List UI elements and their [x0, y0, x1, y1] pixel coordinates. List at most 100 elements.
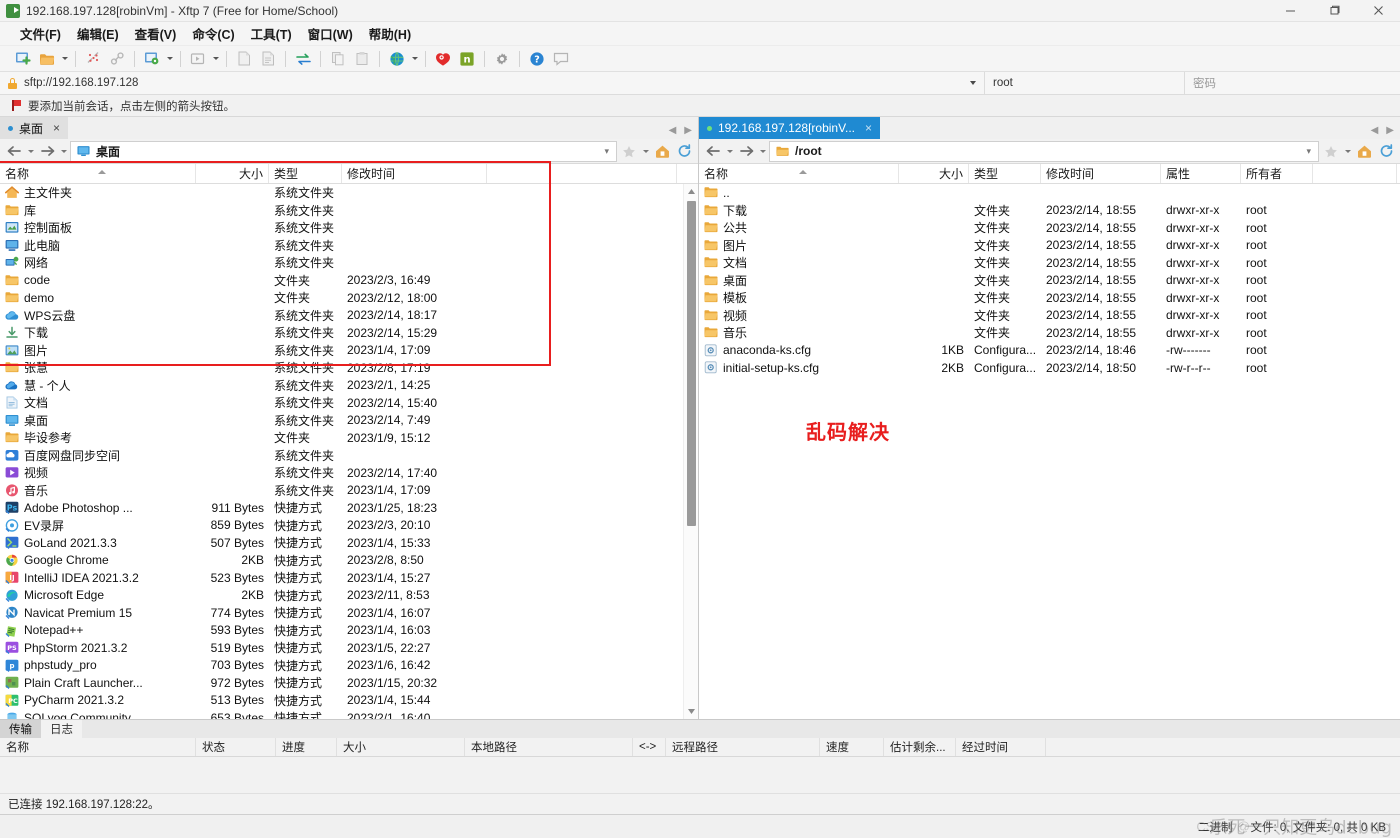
- username-input[interactable]: root: [985, 72, 1185, 94]
- local-back-caret-icon[interactable]: [26, 141, 35, 162]
- file-row[interactable]: 下载 系统文件夹 2023/2/14, 15:29: [0, 324, 698, 342]
- transfer-column-6[interactable]: 远程路径: [666, 738, 820, 756]
- file-row[interactable]: anaconda-ks.cfg 1KB Configura... 2023/2/14,…: [699, 342, 1400, 360]
- local-bookmark-icon[interactable]: [619, 141, 639, 162]
- transfer-column-0[interactable]: 名称: [0, 738, 196, 756]
- local-scroll-thumb[interactable]: [687, 201, 696, 526]
- menu-help[interactable]: 帮助(H): [361, 22, 419, 45]
- session-settings-caret-icon[interactable]: [165, 48, 174, 70]
- file-row[interactable]: p phpstudy_pro 703 Bytes 快捷方式 2023/1/6, 16:4…: [0, 657, 698, 675]
- file-row[interactable]: PS PhpStorm 2021.3.2 519 Bytes 快捷方式 2023/1/5…: [0, 639, 698, 657]
- file-row[interactable]: WPS云盘 系统文件夹 2023/2/14, 18:17: [0, 307, 698, 325]
- terminal-icon[interactable]: [187, 48, 209, 70]
- file-row[interactable]: EV录屏 859 Bytes 快捷方式 2023/2/3, 20:10: [0, 517, 698, 535]
- transfer-column-8[interactable]: 估计剩余...: [884, 738, 956, 756]
- local-vertical-scrollbar[interactable]: [683, 184, 698, 719]
- remote-forward-caret-icon[interactable]: [758, 141, 767, 162]
- feedback-icon[interactable]: [550, 48, 572, 70]
- file-row[interactable]: 张慧 系统文件夹 2023/2/8, 17:19: [0, 359, 698, 377]
- paste-icon[interactable]: [351, 48, 373, 70]
- local-back-icon[interactable]: [4, 141, 24, 162]
- column-header-6[interactable]: [1313, 164, 1397, 183]
- open-folder-caret-icon[interactable]: [60, 48, 69, 70]
- local-file-list[interactable]: 主文件夹 系统文件夹库系统文件夹 控制面板 系统文件夹 此电脑 系统文件夹 网络 系统文件夹 c…: [0, 184, 698, 719]
- file-row[interactable]: 下载 文件夹 2023/2/14, 18:55 drwxr-xr-x root: [699, 202, 1400, 220]
- file-row[interactable]: 文档 文件夹 2023/2/14, 18:55 drwxr-xr-x root: [699, 254, 1400, 272]
- file-row[interactable]: 图片 系统文件夹 2023/1/4, 17:09: [0, 342, 698, 360]
- remote-file-list[interactable]: .. 下载 文件夹 2023/2/14, 18:55 drwxr-xr-x root 公共文…: [699, 184, 1400, 719]
- file-row[interactable]: 视频 文件夹 2023/2/14, 18:55 drwxr-xr-x root: [699, 307, 1400, 325]
- tab-scroll-left-icon[interactable]: ◀: [669, 126, 677, 136]
- file-row[interactable]: 图片 文件夹 2023/2/14, 18:55 drwxr-xr-x root: [699, 237, 1400, 255]
- remote-tab-close-icon[interactable]: ×: [865, 121, 872, 135]
- edit-file-icon[interactable]: [257, 48, 279, 70]
- close-button[interactable]: [1356, 0, 1400, 22]
- link-icon[interactable]: [106, 48, 128, 70]
- column-header-1[interactable]: 大小: [196, 164, 269, 183]
- file-row[interactable]: 主文件夹 系统文件夹: [0, 184, 698, 202]
- file-row[interactable]: Ps Adobe Photoshop ... 911 Bytes 快捷方式 2023/1…: [0, 499, 698, 517]
- column-header-1[interactable]: 大小: [899, 164, 969, 183]
- column-header-0[interactable]: 名称: [0, 164, 196, 183]
- menu-edit[interactable]: 编辑(E): [69, 22, 127, 45]
- file-row[interactable]: ..: [699, 184, 1400, 202]
- file-row[interactable]: initial-setup-ks.cfg 2KB Configura... 2023/…: [699, 359, 1400, 377]
- scroll-down-icon[interactable]: [684, 704, 698, 719]
- xmanager-icon[interactable]: n: [456, 48, 478, 70]
- remote-bookmark-icon[interactable]: [1321, 141, 1341, 162]
- copy-icon[interactable]: [327, 48, 349, 70]
- column-header-3[interactable]: 修改时间: [1041, 164, 1161, 183]
- column-header-0[interactable]: 名称: [699, 164, 899, 183]
- remote-back-caret-icon[interactable]: [725, 141, 734, 162]
- session-settings-icon[interactable]: [141, 48, 163, 70]
- scroll-up-icon[interactable]: [684, 184, 698, 199]
- column-header-5[interactable]: 所有者: [1241, 164, 1313, 183]
- remote-bookmark-caret-icon[interactable]: [1343, 141, 1352, 162]
- local-home-icon[interactable]: [652, 141, 672, 162]
- new-file-icon[interactable]: [233, 48, 255, 70]
- column-header-4[interactable]: [487, 164, 677, 183]
- globe-icon[interactable]: [386, 48, 408, 70]
- file-row[interactable]: 毕设参考 文件夹 2023/1/9, 15:12: [0, 429, 698, 447]
- file-row[interactable]: Plain Craft Launcher... 972 Bytes 快捷方式 2023…: [0, 674, 698, 692]
- tab-scroll-right-icon[interactable]: ▶: [1386, 126, 1394, 136]
- maximize-button[interactable]: [1312, 0, 1356, 22]
- local-path-input[interactable]: 桌面 ▾: [70, 140, 617, 162]
- transfer-column-9[interactable]: 经过时间: [956, 738, 1046, 756]
- transfer-column-2[interactable]: 进度: [276, 738, 337, 756]
- file-row[interactable]: 模板 文件夹 2023/2/14, 18:55 drwxr-xr-x root: [699, 289, 1400, 307]
- transfer-column-5[interactable]: <->: [633, 738, 666, 756]
- file-row[interactable]: code 文件夹 2023/2/3, 16:49: [0, 272, 698, 290]
- file-row[interactable]: 库 系统文件夹: [0, 202, 698, 220]
- local-forward-caret-icon[interactable]: [59, 141, 68, 162]
- xshell-icon[interactable]: [432, 48, 454, 70]
- transfer-column-7[interactable]: 速度: [820, 738, 884, 756]
- file-row[interactable]: Microsoft Edge 2KB 快捷方式 2023/2/11, 8:53: [0, 587, 698, 605]
- globe-caret-icon[interactable]: [410, 48, 419, 70]
- tab-scroll-right-icon[interactable]: ▶: [684, 126, 692, 136]
- tab-scroll-left-icon[interactable]: ◀: [1371, 126, 1379, 136]
- file-row[interactable]: 桌面 系统文件夹 2023/2/14, 7:49: [0, 412, 698, 430]
- file-row[interactable]: 桌面 文件夹 2023/2/14, 18:55 drwxr-xr-x root: [699, 272, 1400, 290]
- address-dropdown-caret-icon[interactable]: [970, 81, 976, 85]
- help-icon[interactable]: ?: [526, 48, 548, 70]
- menu-tools[interactable]: 工具(T): [243, 22, 300, 45]
- file-row[interactable]: 文档 系统文件夹 2023/2/14, 15:40: [0, 394, 698, 412]
- column-header-3[interactable]: 修改时间: [342, 164, 487, 183]
- column-header-2[interactable]: 类型: [969, 164, 1041, 183]
- local-tab-desktop[interactable]: 桌面 ×: [0, 117, 69, 139]
- transfer-column-4[interactable]: 本地路径: [465, 738, 633, 756]
- open-folder-icon[interactable]: [36, 48, 58, 70]
- tab-transfer[interactable]: 传输: [0, 720, 41, 738]
- local-path-caret-icon[interactable]: ▾: [604, 146, 609, 156]
- file-row[interactable]: GoLand 2021.3.3 507 Bytes 快捷方式 2023/1/4, 15…: [0, 534, 698, 552]
- transfer-column-3[interactable]: 大小: [337, 738, 465, 756]
- transfer-list-body[interactable]: [0, 757, 1400, 793]
- file-row[interactable]: 慧 - 个人 系统文件夹 2023/2/1, 14:25: [0, 377, 698, 395]
- minimize-button[interactable]: [1268, 0, 1312, 22]
- file-row[interactable]: 此电脑 系统文件夹: [0, 237, 698, 255]
- remote-tab-session[interactable]: 192.168.197.128[robinV... ×: [699, 117, 881, 139]
- transfer-sync-icon[interactable]: [292, 48, 314, 70]
- remote-back-icon[interactable]: [703, 141, 723, 162]
- file-row[interactable]: 音乐 文件夹 2023/2/14, 18:55 drwxr-xr-x root: [699, 324, 1400, 342]
